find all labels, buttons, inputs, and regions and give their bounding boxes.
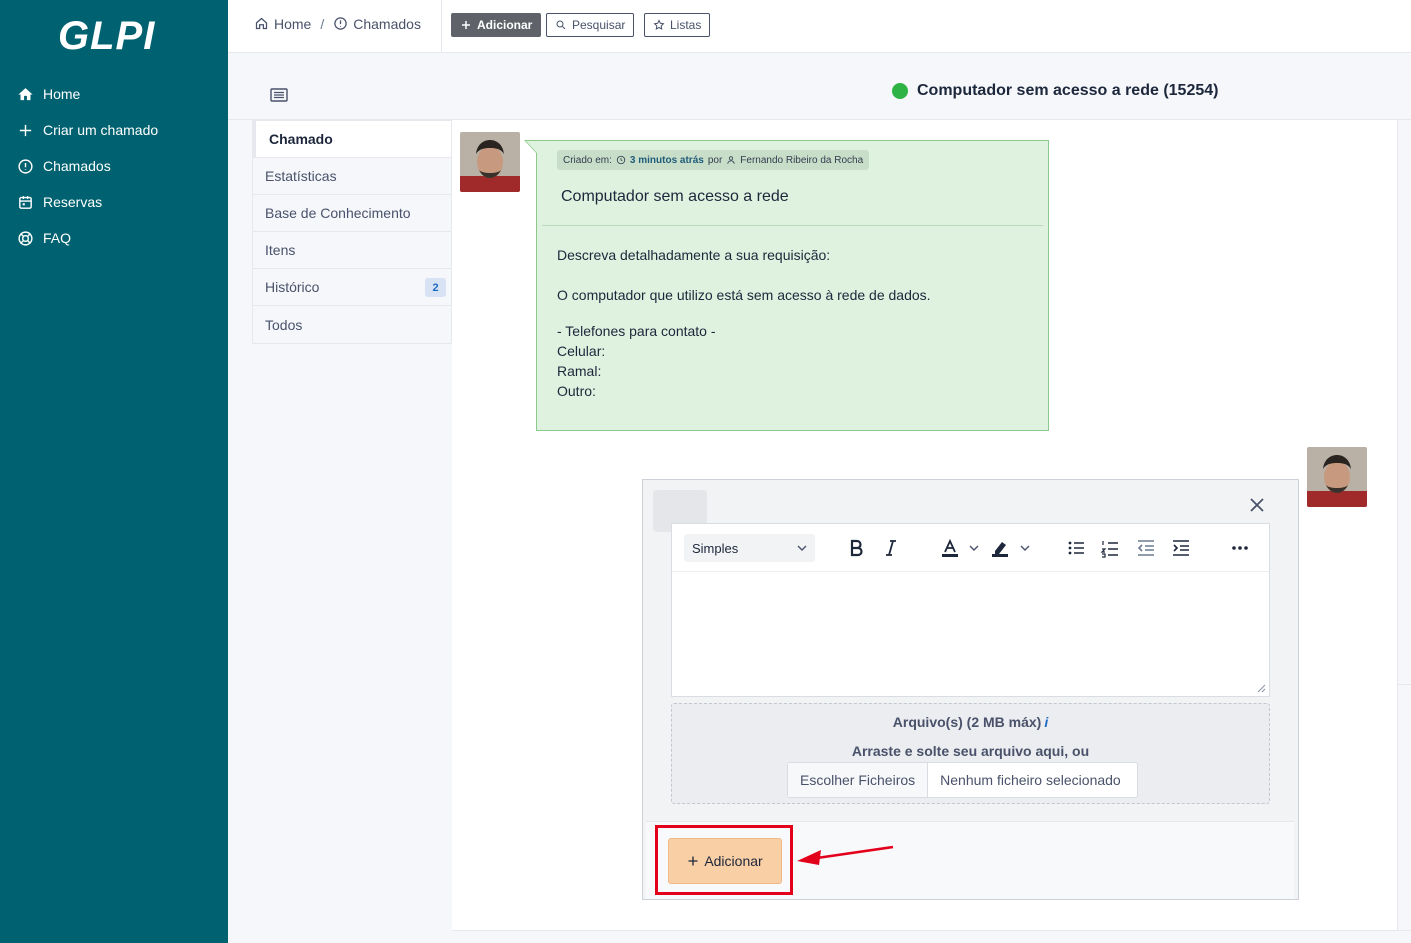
rich-text-editor[interactable]: Simples [671, 523, 1270, 697]
bold-button[interactable] [844, 536, 868, 560]
sidebar-item-label: Criar um chamado [43, 122, 159, 138]
requester-avatar [460, 132, 520, 192]
bold-icon [850, 539, 863, 557]
text-color-dropdown[interactable] [962, 536, 986, 560]
sidebar-item-label: FAQ [43, 230, 72, 246]
sidebar-item-faq[interactable]: FAQ [0, 220, 228, 256]
highlight-color-button[interactable] [988, 536, 1012, 560]
ticket-header: Computador sem acesso a rede (15254) [228, 54, 1411, 120]
highlight-color-dropdown[interactable] [1013, 536, 1037, 560]
alert-circle-icon [333, 16, 349, 32]
breadcrumb: Home / Chamados [254, 16, 421, 32]
form-footer: Adicionar [646, 821, 1294, 899]
chevron-down-icon [797, 545, 807, 551]
svg-text:GLPI: GLPI [58, 14, 155, 58]
search-button[interactable]: Pesquisar [546, 13, 635, 37]
sidebar-item-reservations[interactable]: Reservas [0, 184, 228, 220]
lifebuoy-icon [16, 229, 34, 247]
indent-button[interactable] [1169, 536, 1193, 560]
format-select[interactable]: Simples [684, 534, 815, 562]
followup-body: Descreva detalhadamente a sua requisição… [557, 247, 931, 399]
choose-files-button[interactable]: Escolher Ficheiros [788, 763, 929, 797]
bottom-gutter [452, 930, 1411, 943]
info-icon[interactable]: i [1044, 714, 1048, 730]
divider [542, 225, 1043, 226]
search-icon [556, 20, 566, 30]
text-color-icon [942, 538, 958, 557]
indent-icon [1173, 540, 1189, 556]
drop-hint: Arraste e solte seu arquivo aqui, ou [851, 743, 1090, 759]
italic-icon [886, 540, 896, 556]
star-icon [653, 19, 665, 30]
numbered-list-icon [1100, 541, 1118, 558]
sidebar: GLPI Home Criar um chamado Chamados Rese… [0, 0, 228, 943]
followup-content: Criado em: 3 minutos atrás por Fernando … [524, 140, 1049, 431]
tab-ticket[interactable]: Chamado [253, 121, 451, 158]
resize-handle-icon[interactable] [1256, 683, 1266, 693]
history-count-badge: 2 [425, 278, 446, 297]
home-icon [16, 85, 34, 103]
author-name[interactable]: Fernando Ribeiro da Rocha [740, 155, 863, 166]
bullet-list-button[interactable] [1064, 536, 1088, 560]
add-followup-button[interactable]: Adicionar [668, 838, 782, 884]
sidebar-item-tickets[interactable]: Chamados [0, 148, 228, 184]
alert-circle-icon [16, 157, 34, 175]
sidebar-item-label: Chamados [43, 158, 111, 174]
clock-icon [616, 155, 626, 165]
breadcrumb-separator: / [320, 16, 325, 32]
numbered-list-button[interactable] [1098, 536, 1122, 560]
tab-history[interactable]: Histórico 2 [253, 269, 451, 306]
user-icon [727, 156, 736, 164]
upload-title: Arquivo(s) (2 MB máx) i [892, 714, 1049, 730]
sidebar-item-label: Home [43, 86, 81, 102]
followup-title: Computador sem acesso a rede [561, 188, 789, 205]
sidebar-item-home[interactable]: Home [0, 76, 228, 112]
more-horizontal-icon [1232, 546, 1248, 550]
current-user-avatar [1307, 447, 1367, 507]
top-bar: Home / Chamados Adicionar Pesquisar List… [228, 0, 1411, 53]
text-color-button[interactable] [938, 536, 962, 560]
file-upload-area[interactable]: Arquivo(s) (2 MB máx) i Arraste e solte s… [671, 703, 1270, 804]
plus-icon [688, 856, 698, 866]
more-options-button[interactable] [1228, 536, 1252, 560]
editor-toolbar: Simples [672, 524, 1269, 572]
right-gutter [1398, 120, 1411, 685]
lists-button[interactable]: Listas [644, 13, 711, 37]
breadcrumb-home[interactable]: Home [274, 16, 311, 32]
list-view-icon[interactable] [270, 88, 288, 102]
close-icon[interactable] [1248, 496, 1266, 514]
tab-statistics[interactable]: Estatísticas [253, 158, 451, 195]
followup-form: Simples Arquivo(s) (2 MB máx) i Arraste e… [642, 479, 1299, 900]
tab-all[interactable]: Todos [253, 306, 451, 343]
tab-knowledge-base[interactable]: Base de Conhecimento [253, 195, 451, 232]
followup-meta: Criado em: 3 minutos atrás por Fernando … [557, 150, 870, 170]
plus-icon [16, 121, 34, 139]
sidebar-nav: Home Criar um chamado Chamados Reservas … [0, 76, 228, 256]
outdent-button[interactable] [1134, 536, 1158, 560]
ticket-tabs: Chamado Estatísticas Base de Conheciment… [252, 120, 452, 344]
glpi-logo[interactable]: GLPI [56, 12, 166, 58]
file-input[interactable]: Escolher Ficheiros Nenhum ficheiro selec… [787, 762, 1138, 798]
calendar-icon [16, 193, 34, 211]
outdent-icon [1137, 540, 1154, 556]
plus-icon [462, 21, 470, 29]
bullet-list-icon [1068, 541, 1084, 555]
time-ago: 3 minutos atrás [629, 154, 704, 166]
home-outline-icon [254, 16, 270, 32]
chevron-down-icon [969, 545, 979, 551]
chevron-down-icon [1020, 545, 1030, 551]
sidebar-item-label: Reservas [43, 194, 103, 210]
italic-button[interactable] [879, 536, 903, 560]
status-new-icon [892, 83, 908, 99]
breadcrumb-tickets[interactable]: Chamados [353, 16, 421, 32]
tab-items[interactable]: Itens [253, 232, 451, 269]
topbar-divider [441, 0, 442, 53]
highlighter-icon [992, 542, 1008, 557]
sidebar-item-create-ticket[interactable]: Criar um chamado [0, 112, 228, 148]
ticket-title: Computador sem acesso a rede (15254) [892, 82, 1218, 100]
no-file-selected-text: Nenhum ficheiro selecionado [940, 772, 1121, 788]
add-ticket-button[interactable]: Adicionar [451, 13, 542, 37]
